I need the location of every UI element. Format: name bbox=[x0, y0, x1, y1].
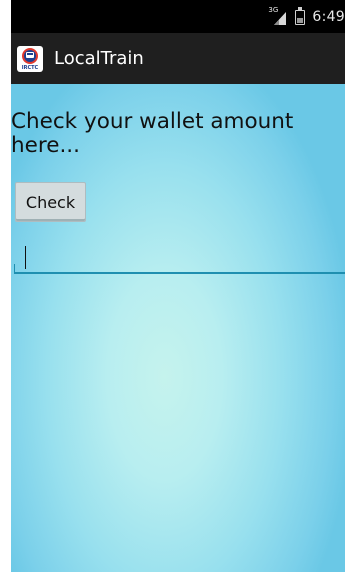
network-type-label: 3G bbox=[268, 6, 279, 14]
app-title: LocalTrain bbox=[54, 48, 144, 69]
irctc-logo-icon[interactable]: IRCTC bbox=[17, 45, 43, 72]
battery-icon bbox=[295, 6, 306, 25]
text-cursor bbox=[25, 246, 26, 269]
action-bar: IRCTC LocalTrain bbox=[11, 33, 345, 84]
wallet-amount-input[interactable] bbox=[14, 272, 345, 274]
signal-icon: 3G bbox=[268, 6, 288, 25]
wallet-heading: Check your wallet amount here... bbox=[11, 109, 294, 158]
status-clock: 6:49 bbox=[312, 9, 345, 25]
status-indicators: 3G 6:49 bbox=[268, 6, 345, 26]
status-bar: 3G 6:49 bbox=[11, 0, 345, 33]
logo-text: IRCTC bbox=[21, 64, 39, 71]
check-button[interactable]: Check bbox=[15, 182, 86, 222]
main-content: Check your wallet amount here... Check bbox=[11, 84, 345, 572]
